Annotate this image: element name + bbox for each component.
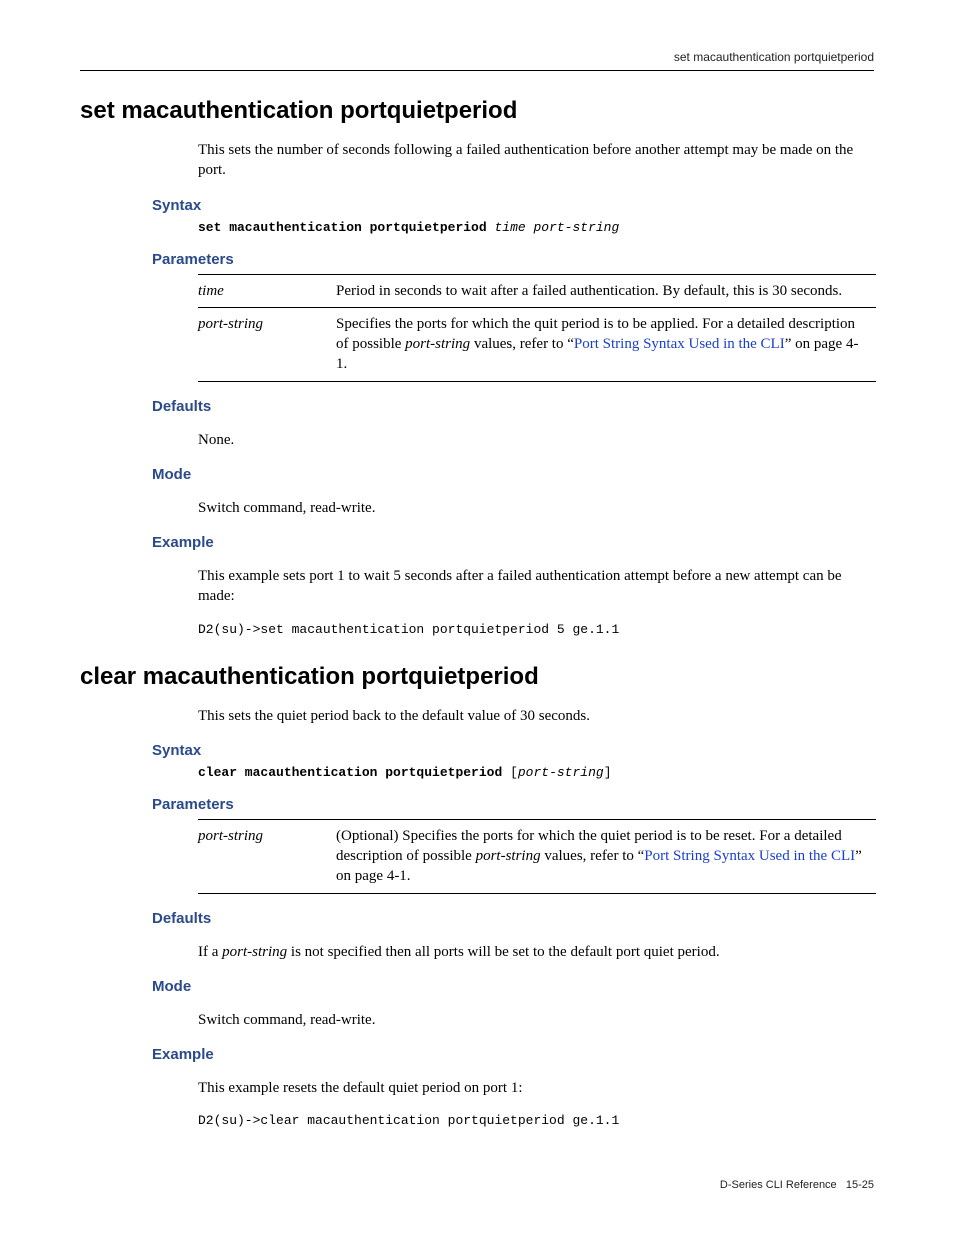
param-desc: (Optional) Specifies the ports for which… bbox=[336, 819, 876, 893]
var-text: port-string bbox=[222, 944, 287, 960]
param-name: port-string bbox=[198, 307, 336, 381]
cmd2-title: clear macauthentication portquietperiod bbox=[80, 663, 874, 691]
param-name: port-string bbox=[198, 819, 336, 893]
cmd1-example-intro: This example sets port 1 to wait 5 secon… bbox=[198, 566, 874, 607]
page-footer: D-Series CLI Reference 15-25 bbox=[720, 1179, 874, 1191]
cmd1-syntax: set macauthentication portquietperiod ti… bbox=[198, 220, 874, 235]
table-row: port-string Specifies the ports for whic… bbox=[198, 307, 876, 381]
cmd2-syntax-heading: Syntax bbox=[152, 742, 874, 759]
bracket: [ bbox=[510, 765, 518, 780]
page: set macauthentication portquietperiod se… bbox=[0, 0, 954, 1235]
cmd1-syntax-cmd: set macauthentication portquietperiod bbox=[198, 220, 487, 235]
table-row: time Period in seconds to wait after a f… bbox=[198, 274, 876, 307]
text: is not specified then all ports will be … bbox=[287, 944, 719, 960]
cmd2-intro: This sets the quiet period back to the d… bbox=[198, 706, 874, 726]
param-desc: Period in seconds to wait after a failed… bbox=[336, 274, 876, 307]
table-row: port-string (Optional) Specifies the por… bbox=[198, 819, 876, 893]
param-name: time bbox=[198, 274, 336, 307]
text: values, refer to “ bbox=[541, 848, 645, 864]
cmd1-defaults-heading: Defaults bbox=[152, 398, 874, 415]
var-text: port-string bbox=[405, 336, 470, 352]
cmd2-syntax-args: port-string bbox=[518, 765, 604, 780]
cmd2-syntax-cmd: clear macauthentication portquietperiod bbox=[198, 765, 502, 780]
cmd2-mode-text: Switch command, read-write. bbox=[198, 1010, 874, 1030]
cmd1-syntax-args: time port-string bbox=[494, 220, 619, 235]
cmd1-example-code: D2(su)->set macauthentication portquietp… bbox=[198, 622, 874, 637]
cmd2-example-code: D2(su)->clear macauthentication portquie… bbox=[198, 1113, 874, 1128]
bracket: ] bbox=[604, 765, 612, 780]
cmd1-syntax-heading: Syntax bbox=[152, 197, 874, 214]
footer-page: 15-25 bbox=[846, 1179, 874, 1191]
cmd1-params-heading: Parameters bbox=[152, 251, 874, 268]
cmd2-params-table: port-string (Optional) Specifies the por… bbox=[198, 819, 876, 894]
cmd1-params-table: time Period in seconds to wait after a f… bbox=[198, 274, 876, 382]
cmd1-title: set macauthentication portquietperiod bbox=[80, 97, 874, 125]
text: If a bbox=[198, 944, 222, 960]
cmd2-defaults-text: If a port-string is not specified then a… bbox=[198, 942, 874, 962]
cmd1-example-heading: Example bbox=[152, 534, 874, 551]
cmd1-mode-text: Switch command, read-write. bbox=[198, 498, 874, 518]
cmd2-mode-heading: Mode bbox=[152, 978, 874, 995]
cmd2-params-heading: Parameters bbox=[152, 796, 874, 813]
cmd1-mode-heading: Mode bbox=[152, 466, 874, 483]
xref-link[interactable]: Port String Syntax Used in the CLI bbox=[644, 848, 855, 864]
cmd2-example-heading: Example bbox=[152, 1046, 874, 1063]
running-head: set macauthentication portquietperiod bbox=[80, 50, 874, 71]
var-text: port-string bbox=[476, 848, 541, 864]
cmd2-syntax: clear macauthentication portquietperiod … bbox=[198, 765, 874, 780]
param-desc: Specifies the ports for which the quit p… bbox=[336, 307, 876, 381]
cmd2-example-intro: This example resets the default quiet pe… bbox=[198, 1078, 874, 1098]
cmd2-defaults-heading: Defaults bbox=[152, 910, 874, 927]
footer-doc: D-Series CLI Reference bbox=[720, 1179, 837, 1191]
cmd1-intro: This sets the number of seconds followin… bbox=[198, 140, 874, 181]
xref-link[interactable]: Port String Syntax Used in the CLI bbox=[574, 336, 785, 352]
text: values, refer to “ bbox=[470, 336, 574, 352]
cmd1-defaults-text: None. bbox=[198, 430, 874, 450]
